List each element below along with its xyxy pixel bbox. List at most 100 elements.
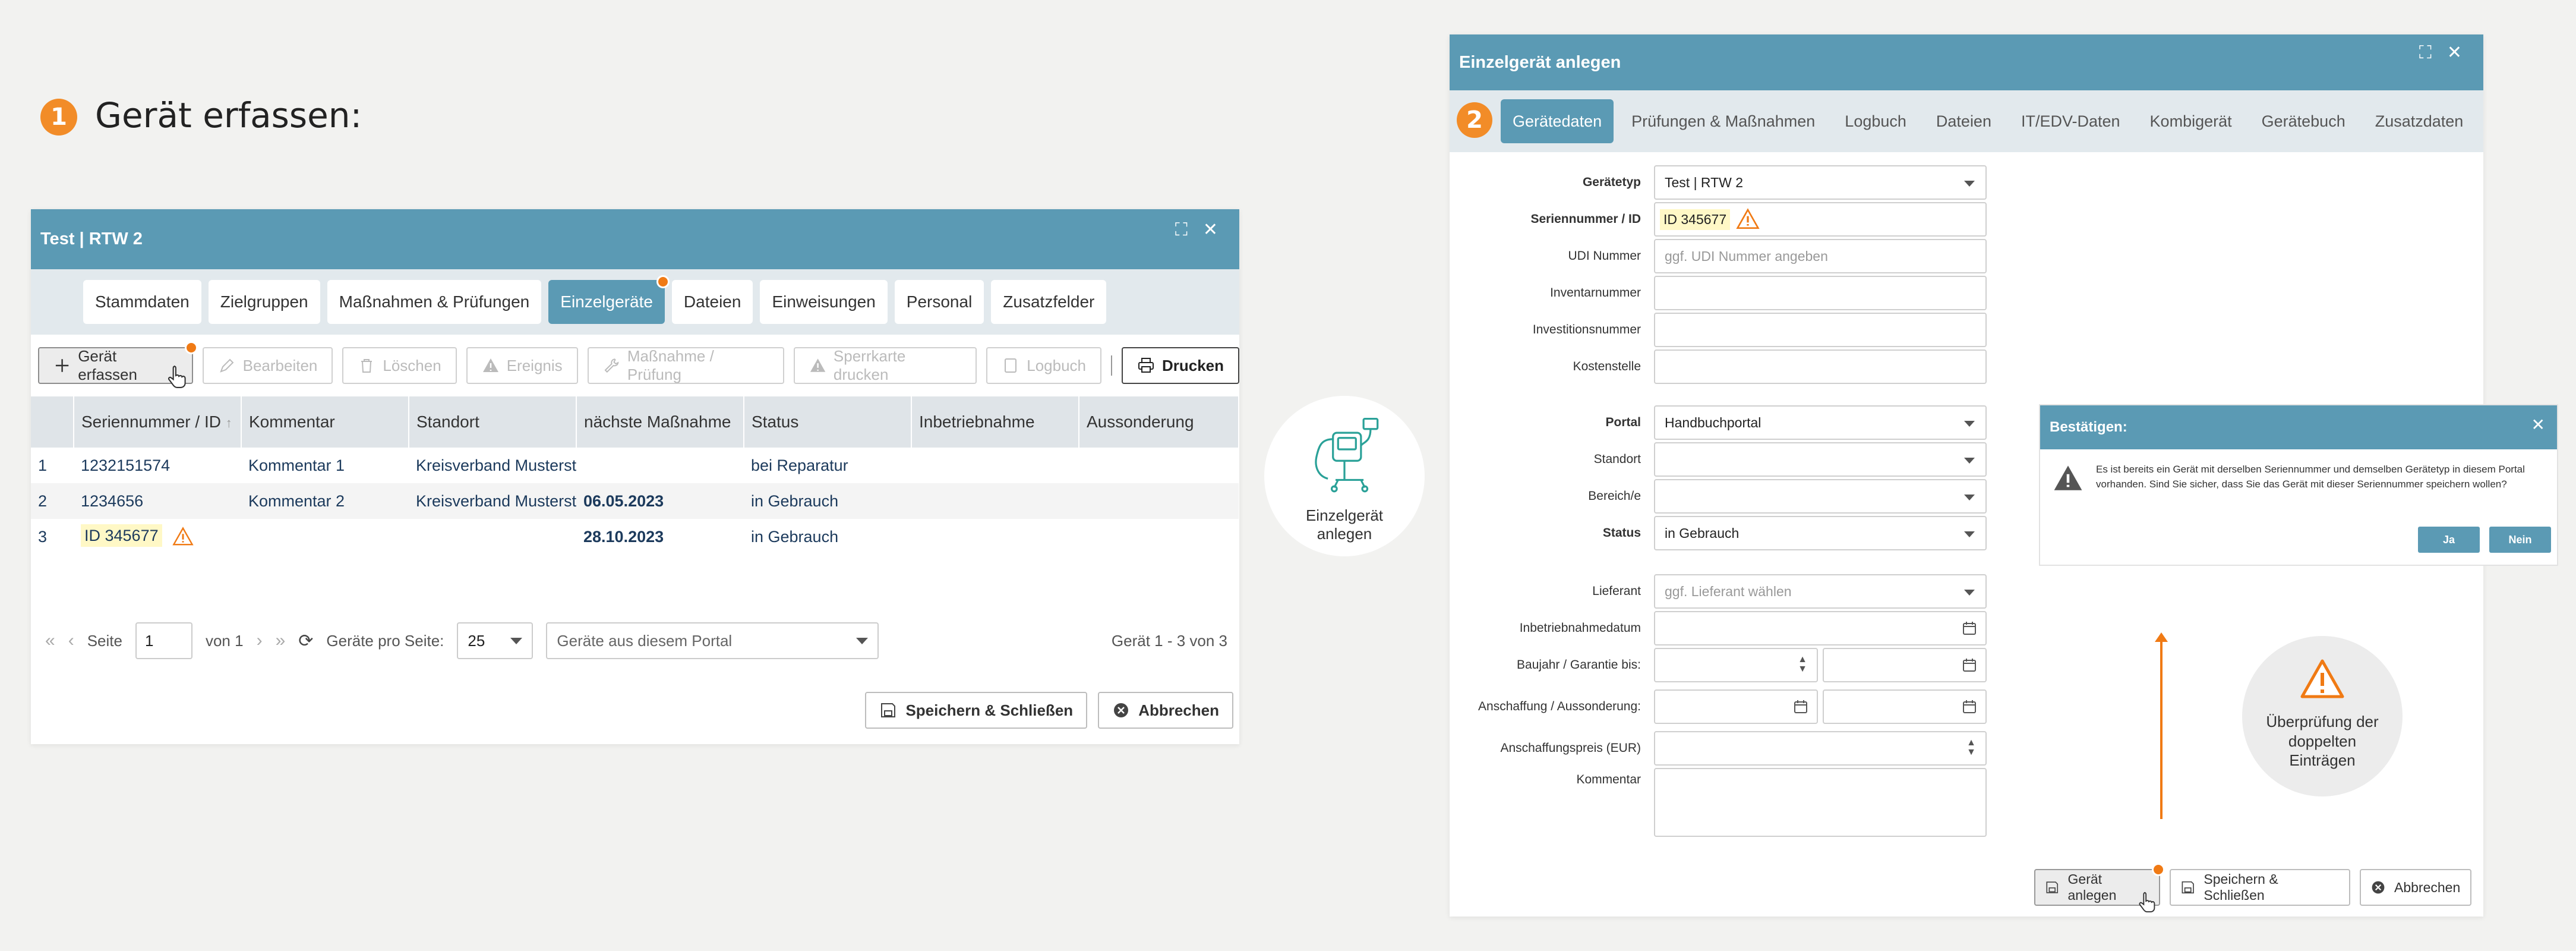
confirm-yes-button[interactable]: Ja	[2418, 527, 2480, 553]
supplier-select[interactable]: ggf. Lieferant wählen	[1654, 574, 1987, 609]
print-button[interactable]: Drucken	[1121, 347, 1239, 384]
table-row[interactable]: 2 1234656 Kommentar 2 Kreisverband Muste…	[31, 483, 1239, 519]
tab-massnahmen-pruefungen[interactable]: Maßnahmen & Prüfungen	[327, 280, 542, 324]
portal-value: Handbuchportal	[1665, 414, 1761, 430]
device-type-select[interactable]: Test | RTW 2	[1654, 165, 1987, 200]
portal-filter-select[interactable]: Geräte aus diesem Portal	[546, 622, 879, 659]
window-2-tabs: 2 Gerätedaten Prüfungen & Maßnahmen Logb…	[1450, 90, 2483, 152]
tab-einzelgeraete-label: Einzelgeräte	[560, 292, 653, 311]
tab-geraetedaten[interactable]: Gerätedaten	[1501, 99, 1614, 143]
warning-icon	[482, 358, 498, 372]
serial-label: Seriennummer / ID	[1530, 212, 1641, 226]
delete-button[interactable]: Löschen	[342, 347, 457, 384]
calendar-icon[interactable]	[1962, 699, 1977, 714]
event-button[interactable]: Ereignis	[466, 347, 578, 384]
refresh-icon[interactable]: ⟳	[298, 631, 313, 651]
tab-geraetebuch[interactable]: Gerätebuch	[2250, 99, 2357, 143]
inventory-label: Inventarnummer	[1550, 286, 1641, 300]
costcenter-input[interactable]	[1654, 349, 1987, 384]
decommission-date-input[interactable]	[1823, 689, 1987, 724]
tab-dateien[interactable]: Dateien	[671, 280, 753, 324]
column-header-next-measure[interactable]: nächste Maßnahme	[576, 396, 744, 448]
spinner-icon[interactable]: ▲ ▼	[1798, 655, 1807, 674]
inventory-input[interactable]	[1654, 276, 1987, 310]
add-device-button[interactable]: Gerät erfassen	[38, 341, 198, 388]
create-device-illustration: Einzelgerät anlegen	[1264, 396, 1425, 556]
calendar-icon[interactable]	[1962, 657, 1977, 673]
close-icon[interactable]: ✕	[2447, 44, 2462, 62]
save-close-button[interactable]: Speichern & Schließen	[865, 692, 1088, 729]
first-page-icon[interactable]: «	[45, 631, 55, 651]
close-icon[interactable]: ✕	[1203, 221, 1218, 239]
udi-input[interactable]: ggf. UDI Nummer angeben	[1654, 239, 1987, 273]
price-input[interactable]: ▲ ▼	[1654, 731, 1987, 766]
row-decommissioning	[1079, 519, 1239, 555]
row-index: 2	[31, 483, 74, 519]
supplier-label: Lieferant	[1592, 584, 1641, 598]
spinner-icon[interactable]: ▲ ▼	[1966, 738, 1976, 757]
tab-kombigeraet[interactable]: Kombigerät	[2138, 99, 2244, 143]
column-header-decommissioning[interactable]: Aussonderung	[1079, 396, 1239, 448]
acquisition-date-input[interactable]	[1654, 689, 1818, 724]
serial-input[interactable]: ID 345677	[1654, 202, 1987, 237]
cancel-button[interactable]: Abbrechen	[2360, 869, 2471, 906]
row-comment	[241, 519, 409, 555]
table-row[interactable]: 3 ID 345677 28.10.2023 in Gebrauch	[31, 519, 1239, 555]
tab-zusatzdaten[interactable]: Zusatzdaten	[2363, 99, 2476, 143]
tab-dateien[interactable]: Dateien	[1924, 99, 2003, 143]
column-header-comment[interactable]: Kommentar	[241, 396, 409, 448]
pagination-bar: « ‹ Seite 1 von 1 › » ⟳ Geräte pro Seite…	[45, 621, 1227, 661]
tab-personal[interactable]: Personal	[894, 280, 984, 324]
edit-button[interactable]: Bearbeiten	[202, 347, 333, 384]
row-commissioning	[911, 519, 1079, 555]
column-header-commissioning[interactable]: Inbetriebnahme	[911, 396, 1079, 448]
save-close-button[interactable]: Speichern & Schließen	[2170, 869, 2350, 906]
warranty-date-input[interactable]	[1823, 648, 1987, 682]
create-device-button[interactable]: Gerät anlegen	[2034, 863, 2165, 913]
calendar-icon[interactable]	[1962, 621, 1977, 636]
tab-it-edv-daten[interactable]: IT/EDV-Daten	[2009, 99, 2132, 143]
warning-icon	[172, 527, 194, 546]
cancel-icon	[1114, 703, 1129, 717]
prev-page-icon[interactable]: ‹	[68, 631, 74, 651]
area-select[interactable]	[1654, 479, 1987, 514]
column-header-status[interactable]: Status	[744, 396, 912, 448]
tab-zusatzfelder[interactable]: Zusatzfelder	[991, 280, 1107, 324]
next-page-icon[interactable]: ›	[257, 631, 263, 651]
tab-einzelgeraete[interactable]: Einzelgeräte	[548, 275, 670, 324]
column-header-serial[interactable]: Seriennummer / ID ↑	[74, 396, 242, 448]
record-count: Gerät 1 - 3 von 3	[1111, 631, 1227, 650]
logbook-button[interactable]: Logbuch	[986, 347, 1101, 384]
measure-button[interactable]: Maßnahme / Prüfung	[587, 347, 784, 384]
last-page-icon[interactable]: »	[276, 631, 286, 651]
tab-pruefungen-massnahmen[interactable]: Prüfungen & Maßnahmen	[1620, 99, 1827, 143]
confirm-no-button[interactable]: Nein	[2489, 527, 2551, 553]
portal-select[interactable]: Handbuchportal	[1654, 405, 1987, 440]
window-1-title: Test | RTW 2	[40, 229, 143, 248]
comment-textarea[interactable]	[1654, 768, 1987, 837]
save-icon	[2182, 881, 2194, 894]
chevron-down-icon	[1964, 590, 1975, 596]
commission-date-input[interactable]	[1654, 611, 1987, 645]
expand-icon[interactable]: ⛶	[1175, 221, 1188, 239]
expand-icon[interactable]: ⛶	[2419, 44, 2432, 62]
lockcard-button[interactable]: Sperrkarte drucken	[793, 347, 977, 384]
close-icon[interactable]: ✕	[2531, 415, 2545, 434]
tab-stammdaten[interactable]: Stammdaten	[83, 280, 201, 324]
device-type-label: Gerätetyp	[1582, 175, 1641, 189]
location-select[interactable]	[1654, 442, 1987, 477]
tab-zielgruppen[interactable]: Zielgruppen	[208, 280, 320, 324]
tab-einweisungen[interactable]: Einweisungen	[760, 280, 888, 324]
cancel-button[interactable]: Abbrechen	[1098, 692, 1233, 729]
investment-input[interactable]	[1654, 313, 1987, 347]
table-row[interactable]: 1 1232151574 Kommentar 1 Kreisverband Mu…	[31, 448, 1239, 483]
page-input[interactable]: 1	[135, 622, 192, 659]
column-header-location[interactable]: Standort	[409, 396, 577, 448]
build-year-input[interactable]: ▲ ▼	[1654, 648, 1818, 682]
tab-logbuch[interactable]: Logbuch	[1833, 99, 1918, 143]
warning-icon	[810, 358, 825, 372]
status-select[interactable]: in Gebrauch	[1654, 516, 1987, 550]
calendar-icon[interactable]	[1793, 699, 1808, 714]
acquisition-label: Anschaffung / Aussonderung:	[1478, 700, 1641, 713]
per-page-select[interactable]: 25	[457, 622, 533, 659]
